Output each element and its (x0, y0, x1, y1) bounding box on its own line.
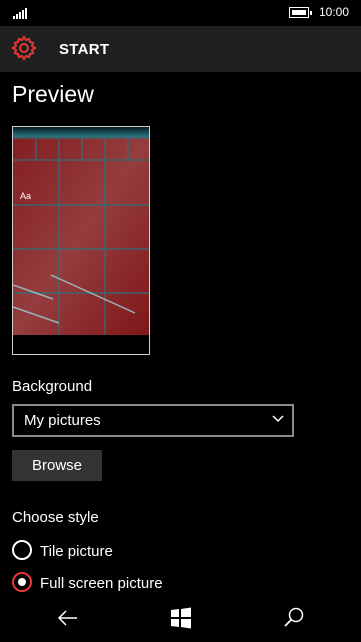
gear-icon[interactable] (11, 35, 37, 61)
windows-logo-icon[interactable] (169, 606, 193, 630)
background-label: Background (12, 378, 93, 395)
battery-icon (289, 7, 312, 18)
app-header: START (0, 26, 361, 72)
browse-button[interactable]: Browse (12, 450, 102, 481)
full-screen-picture-radio[interactable] (12, 572, 32, 592)
signal-icon (13, 7, 29, 19)
chevron-down-icon (272, 415, 284, 423)
start-preview: Aa (12, 126, 150, 355)
header-title: START (59, 41, 110, 58)
status-time: 10:00 (318, 5, 349, 19)
tile-picture-label[interactable]: Tile picture (40, 543, 113, 560)
full-screen-picture-label[interactable]: Full screen picture (40, 575, 163, 592)
background-selected-value: My pictures (24, 412, 101, 429)
background-dropdown[interactable]: My pictures (12, 404, 294, 437)
status-bar: 10:00 (0, 0, 361, 26)
back-arrow-icon[interactable] (56, 606, 80, 630)
tile-picture-radio[interactable] (12, 540, 32, 560)
preview-tile-text: Aa (20, 191, 31, 201)
navigation-bar (0, 594, 361, 642)
search-icon[interactable] (282, 606, 306, 630)
preview-image: Aa (13, 127, 149, 354)
choose-style-label: Choose style (12, 509, 99, 526)
page-title: Preview (12, 81, 94, 107)
